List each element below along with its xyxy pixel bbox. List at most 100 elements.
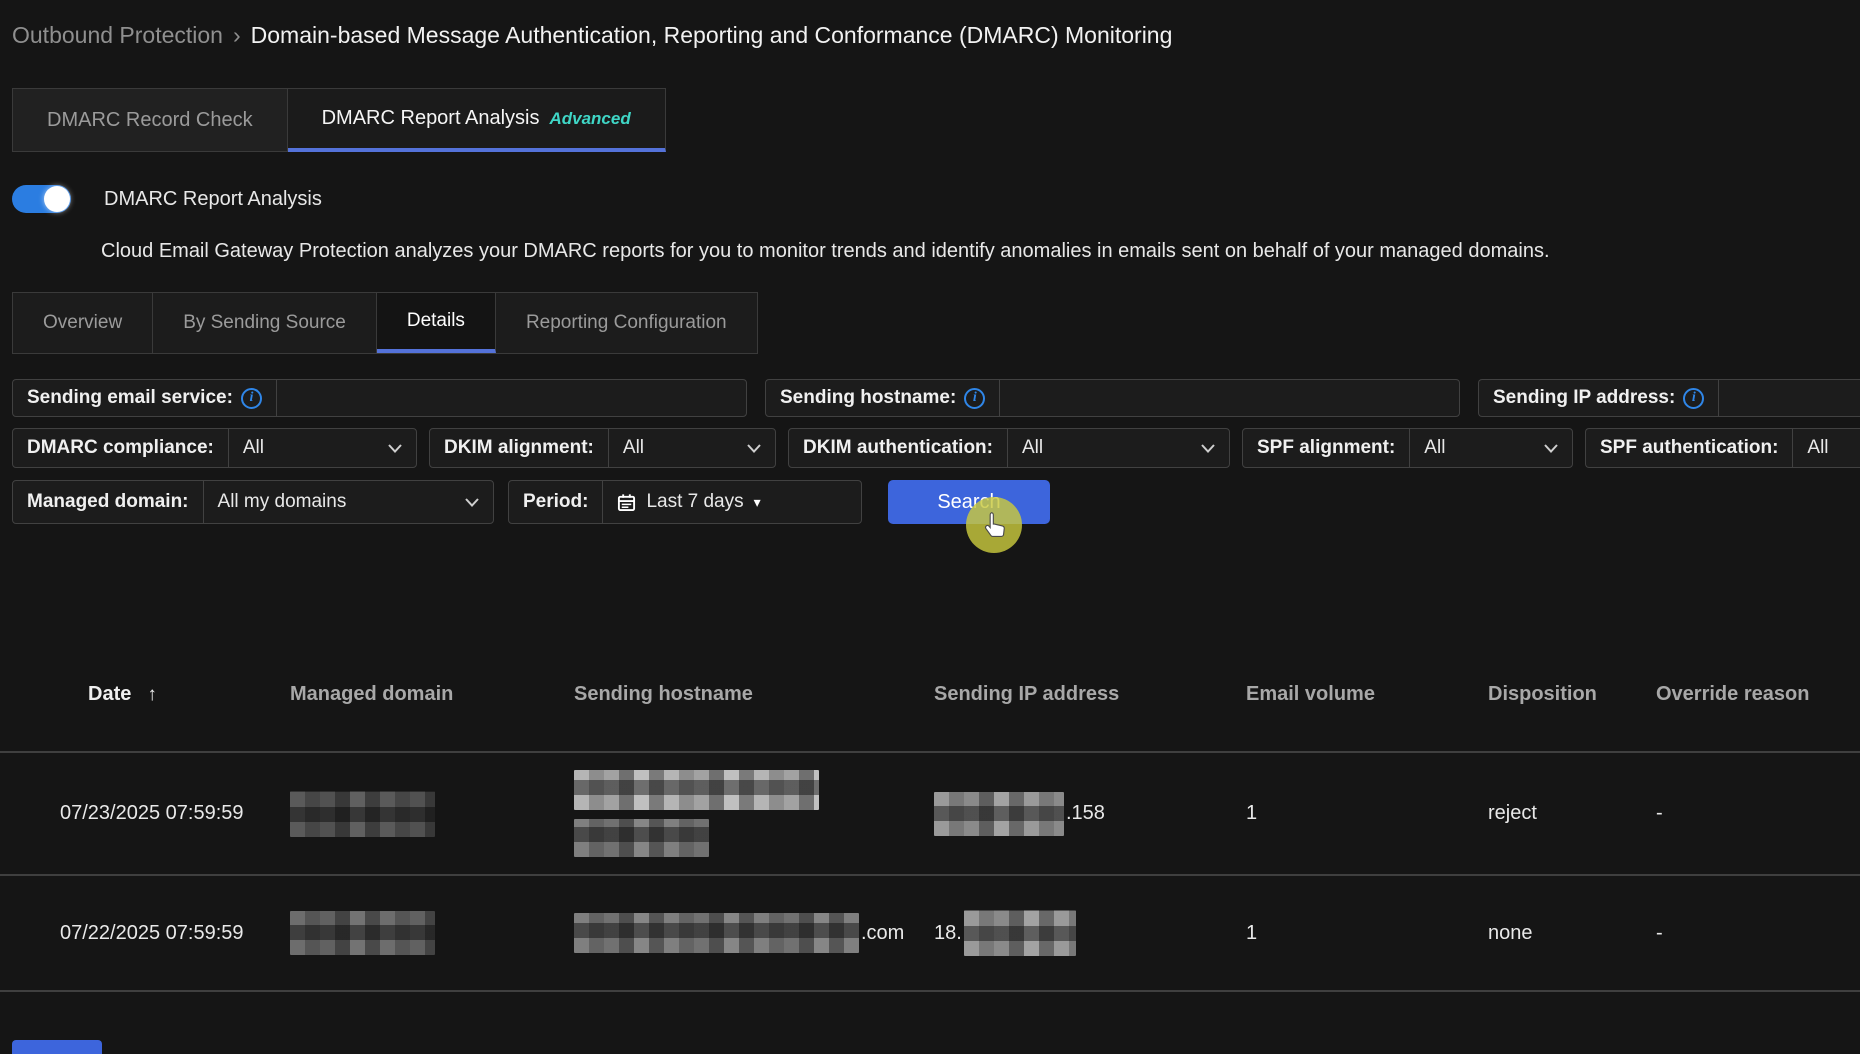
- sending-email-service-input[interactable]: [277, 380, 746, 416]
- sub-tabs: Overview By Sending Source Details Repor…: [12, 292, 758, 354]
- filter-label: DKIM alignment:: [430, 429, 608, 467]
- spf-authentication-select[interactable]: All: [1793, 429, 1860, 467]
- filter-managed-domain: Managed domain: All my domains: [12, 480, 494, 524]
- redacted-ip: [934, 792, 1064, 836]
- chevron-down-icon: [388, 444, 402, 453]
- dmarc-details-table: Date ↑ Managed domain Sending hostname S…: [0, 638, 1860, 992]
- dkim-authentication-select[interactable]: All: [1008, 429, 1229, 467]
- toggle-knob-icon: [44, 186, 70, 212]
- filter-label: Period:: [509, 481, 602, 523]
- cell-email-volume: 1: [1246, 922, 1488, 945]
- column-header-managed-domain[interactable]: Managed domain: [290, 683, 574, 706]
- cell-sending-hostname: [574, 770, 934, 857]
- redacted-ip: [964, 910, 1076, 956]
- filter-label: Managed domain:: [13, 481, 203, 523]
- filter-label-text: DMARC compliance:: [27, 437, 214, 459]
- filter-row-domain-period: Managed domain: All my domains Period: L…: [12, 480, 1860, 524]
- filter-dkim-authentication: DKIM authentication: All: [788, 428, 1230, 468]
- tab-overview[interactable]: Overview: [13, 293, 153, 353]
- table-header: Date ↑ Managed domain Sending hostname S…: [0, 638, 1860, 753]
- filter-label-text: SPF authentication:: [1600, 437, 1778, 459]
- column-header-email-volume[interactable]: Email volume: [1246, 683, 1488, 706]
- info-icon[interactable]: i: [964, 388, 985, 409]
- ip-visible-suffix: .158: [1066, 802, 1105, 825]
- tab-dmarc-report-analysis[interactable]: DMARC Report Analysis Advanced: [288, 88, 666, 152]
- period-picker[interactable]: Last 7 days ▾: [603, 481, 861, 523]
- filter-row-text: Sending email service: i Sending hostnam…: [12, 379, 1860, 417]
- filter-period: Period: Last 7 days ▾: [508, 480, 862, 524]
- tab-by-sending-source[interactable]: By Sending Source: [153, 293, 377, 353]
- filter-sending-hostname: Sending hostname: i: [765, 379, 1460, 417]
- cell-email-volume: 1: [1246, 802, 1488, 825]
- tab-details[interactable]: Details: [377, 293, 496, 353]
- sort-ascending-icon: ↑: [147, 684, 157, 706]
- spf-alignment-select[interactable]: All: [1410, 429, 1572, 467]
- filter-label: Sending email service: i: [13, 380, 276, 416]
- cell-disposition: none: [1488, 922, 1656, 945]
- column-header-override-reason[interactable]: Override reason: [1656, 683, 1860, 706]
- cell-override-reason: -: [1656, 802, 1860, 825]
- filter-label-text: Period:: [523, 491, 588, 513]
- search-button[interactable]: Search: [888, 480, 1050, 524]
- filter-dmarc-compliance: DMARC compliance: All: [12, 428, 417, 468]
- tab-label: Reporting Configuration: [526, 312, 727, 334]
- select-value: All my domains: [218, 491, 347, 513]
- cell-sending-ip: .158: [934, 792, 1246, 836]
- select-value: All: [623, 437, 644, 459]
- cell-date: 07/22/2025 07:59:59: [60, 922, 290, 945]
- redacted-hostname-line2: [574, 819, 709, 857]
- hostname-visible-suffix: .com: [861, 922, 904, 945]
- breadcrumb: Outbound Protection › Domain-based Message…: [12, 22, 1172, 49]
- column-header-date[interactable]: Date ↑: [60, 683, 290, 706]
- dmarc-compliance-select[interactable]: All: [229, 429, 416, 467]
- filter-label-text: Sending email service:: [27, 387, 233, 409]
- table-row[interactable]: 07/23/2025 07:59:59 .158 1 reject -: [0, 753, 1860, 876]
- filter-label: Sending hostname: i: [766, 380, 999, 416]
- filter-spf-alignment: SPF alignment: All: [1242, 428, 1573, 468]
- info-icon[interactable]: i: [1683, 388, 1704, 409]
- cell-managed-domain: [290, 791, 574, 837]
- chevron-down-icon: [747, 444, 761, 453]
- calendar-icon: [617, 493, 636, 512]
- cell-override-reason: -: [1656, 922, 1860, 945]
- filter-label: SPF alignment:: [1243, 429, 1409, 467]
- chevron-down-icon: [465, 498, 479, 507]
- table-row[interactable]: 07/22/2025 07:59:59 .com 18. 1 none -: [0, 876, 1860, 992]
- breadcrumb-separator-icon: ›: [233, 22, 241, 48]
- filter-sending-ip-address: Sending IP address: i: [1478, 379, 1860, 417]
- tab-label: DMARC Report Analysis: [322, 107, 540, 130]
- info-icon[interactable]: i: [241, 388, 262, 409]
- column-header-sending-ip[interactable]: Sending IP address: [934, 683, 1246, 706]
- chevron-down-icon: [1544, 444, 1558, 453]
- breadcrumb-section[interactable]: Outbound Protection: [12, 22, 223, 48]
- column-header-disposition[interactable]: Disposition: [1488, 683, 1656, 706]
- column-header-sending-hostname[interactable]: Sending hostname: [574, 683, 934, 706]
- filter-label-text: Sending hostname:: [780, 387, 956, 409]
- cell-managed-domain: [290, 911, 574, 955]
- tab-reporting-configuration[interactable]: Reporting Configuration: [496, 293, 757, 353]
- filter-label-text: SPF alignment:: [1257, 437, 1395, 459]
- filter-sending-email-service: Sending email service: i: [12, 379, 747, 417]
- redacted-hostname: [574, 913, 859, 953]
- partial-button-bottom[interactable]: [12, 1040, 102, 1054]
- tab-dmarc-record-check[interactable]: DMARC Record Check: [12, 88, 288, 152]
- dmarc-report-analysis-toggle[interactable]: [12, 185, 71, 213]
- cell-sending-ip: 18.: [934, 910, 1246, 956]
- toggle-label: DMARC Report Analysis: [104, 188, 322, 211]
- filter-spf-authentication: SPF authentication: All: [1585, 428, 1860, 468]
- managed-domain-select[interactable]: All my domains: [204, 481, 493, 523]
- select-value: All: [1424, 437, 1445, 459]
- filter-label: Sending IP address: i: [1479, 380, 1718, 416]
- select-value: All: [1807, 437, 1828, 459]
- dkim-alignment-select[interactable]: All: [609, 429, 775, 467]
- filter-label-text: DKIM alignment:: [444, 437, 594, 459]
- page-title: Domain-based Message Authentication, Rep…: [251, 22, 1173, 48]
- advanced-badge: Advanced: [549, 109, 630, 129]
- sending-hostname-input[interactable]: [1000, 380, 1459, 416]
- sending-ip-address-input[interactable]: [1719, 380, 1860, 416]
- dmarc-report-analysis-toggle-row: DMARC Report Analysis: [12, 185, 322, 213]
- select-value: All: [243, 437, 264, 459]
- filter-label: SPF authentication:: [1586, 429, 1792, 467]
- filter-label: DMARC compliance:: [13, 429, 228, 467]
- filter-row-selects: DMARC compliance: All DKIM alignment: Al…: [12, 428, 1860, 468]
